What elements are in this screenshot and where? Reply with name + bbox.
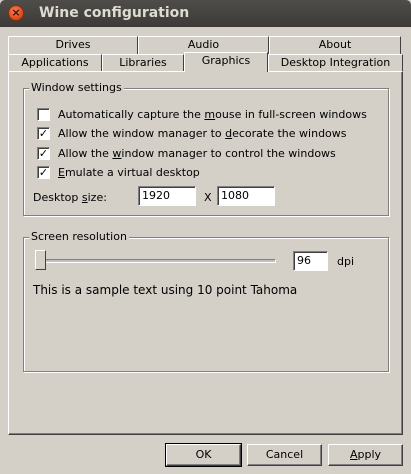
title-bar: × Wine configuration bbox=[0, 0, 411, 27]
control-windows-checkbox[interactable]: ✓ bbox=[37, 146, 50, 160]
dpi-slider-thumb[interactable] bbox=[35, 250, 46, 270]
decorate-windows-checkbox[interactable]: ✓ bbox=[37, 126, 50, 140]
tab-drives[interactable]: Drives bbox=[8, 36, 138, 54]
screen-resolution-group: Screen resolution 96 dpi This is a sampl… bbox=[23, 230, 389, 372]
capture-mouse-checkbox[interactable] bbox=[37, 107, 50, 121]
window-title: Wine configuration bbox=[39, 5, 190, 21]
decorate-windows-option[interactable]: ✓ Allow the window manager to decorate t… bbox=[37, 125, 347, 141]
tab-libraries[interactable]: Libraries bbox=[102, 54, 184, 72]
option-label: Allow the window manager to decorate the… bbox=[58, 126, 347, 140]
desktop-width-input[interactable]: 1920 bbox=[138, 186, 196, 206]
tab-label: Drives bbox=[55, 38, 91, 51]
tab-about[interactable]: About bbox=[269, 36, 401, 54]
tab-label: Libraries bbox=[119, 56, 167, 69]
group-title: Screen resolution bbox=[29, 230, 129, 243]
size-separator: X bbox=[204, 191, 212, 204]
tab-desktop-integration[interactable]: Desktop Integration bbox=[268, 54, 403, 72]
tab-label: Audio bbox=[187, 38, 220, 51]
dpi-unit-label: dpi bbox=[337, 255, 355, 268]
dpi-input[interactable]: 96 bbox=[293, 251, 328, 271]
option-label: Allow the window manager to control the … bbox=[58, 146, 336, 160]
tab-label: Desktop Integration bbox=[280, 56, 391, 69]
desktop-height-input[interactable]: 1080 bbox=[217, 186, 275, 206]
option-label: Emulate a virtual desktop bbox=[58, 165, 200, 179]
control-windows-option[interactable]: ✓ Allow the window manager to control th… bbox=[37, 145, 336, 161]
tab-label: Applications bbox=[21, 56, 89, 69]
apply-button[interactable]: Apply bbox=[328, 444, 403, 466]
sample-text: This is a sample text using 10 point Tah… bbox=[33, 283, 298, 297]
group-title: Window settings bbox=[29, 81, 124, 94]
virtual-desktop-option[interactable]: ✓ Emulate a virtual desktop bbox=[37, 164, 200, 180]
virtual-desktop-checkbox[interactable]: ✓ bbox=[37, 165, 50, 179]
cancel-button[interactable]: Cancel bbox=[247, 444, 322, 466]
tab-label: Graphics bbox=[201, 54, 251, 67]
tab-graphics[interactable]: Graphics bbox=[184, 52, 268, 72]
graphics-tab-panel: Window settings Automatically capture th… bbox=[8, 71, 403, 435]
capture-mouse-option[interactable]: Automatically capture the mouse in full-… bbox=[37, 106, 367, 122]
window-settings-group: Window settings Automatically capture th… bbox=[23, 81, 389, 216]
option-label: Automatically capture the mouse in full-… bbox=[58, 107, 367, 121]
dpi-slider-track[interactable] bbox=[39, 259, 276, 263]
desktop-size-label: Desktop size: bbox=[33, 191, 107, 204]
tab-label: About bbox=[318, 38, 352, 51]
tab-applications[interactable]: Applications bbox=[8, 54, 102, 72]
ok-button[interactable]: OK bbox=[165, 443, 242, 467]
close-icon[interactable]: × bbox=[8, 5, 24, 21]
